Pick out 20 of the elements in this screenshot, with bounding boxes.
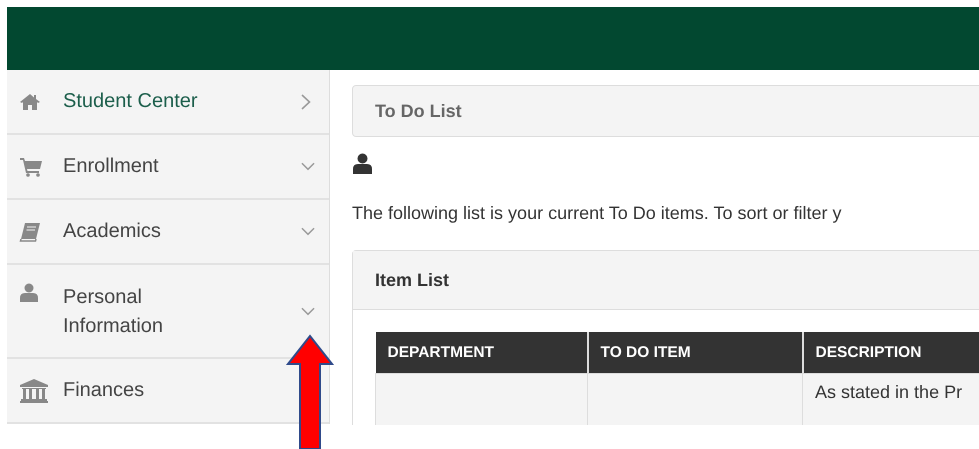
cart-icon bbox=[19, 156, 43, 176]
chevron-down-icon bbox=[301, 306, 315, 316]
chevron-down-icon bbox=[301, 162, 315, 171]
table-cell: As stated in the Pr bbox=[802, 374, 979, 425]
book-icon bbox=[19, 222, 41, 242]
page-title: To Do List bbox=[375, 100, 462, 122]
person-icon bbox=[19, 283, 39, 303]
chevron-right-icon bbox=[301, 94, 311, 110]
chevron-down-icon bbox=[301, 227, 315, 236]
column-header[interactable]: DESCRIPTION bbox=[802, 332, 979, 374]
panel-title: Item List bbox=[375, 270, 450, 290]
column-header[interactable]: DEPARTMENT bbox=[376, 332, 588, 374]
intro-text: The following list is your current To Do items. To sort or filter y bbox=[352, 203, 843, 224]
bank-icon bbox=[19, 378, 49, 404]
column-header[interactable]: TO DO ITEM bbox=[588, 332, 802, 374]
sidebar-item[interactable]: Enrollment bbox=[7, 135, 329, 200]
sidebar-item[interactable]: Academics bbox=[7, 200, 329, 265]
person-icon bbox=[352, 153, 373, 175]
sidebar-item[interactable]: Student Center bbox=[7, 70, 329, 135]
home-icon bbox=[19, 92, 41, 110]
